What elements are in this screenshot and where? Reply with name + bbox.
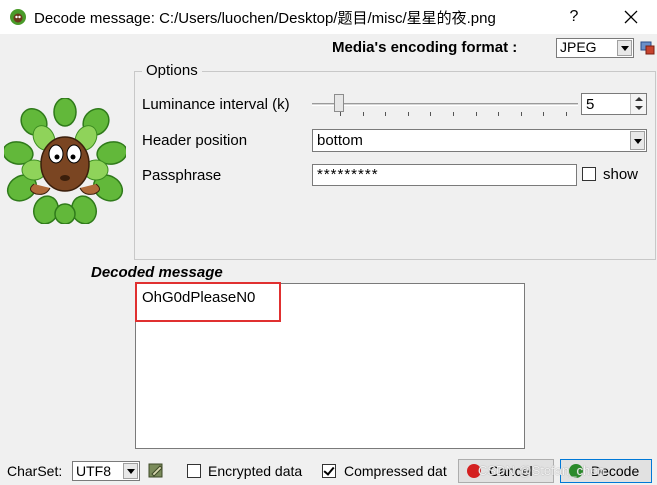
header-position-select[interactable]: bottom [312,129,647,152]
edit-charset-icon[interactable] [147,461,165,479]
chevron-up-icon[interactable] [635,97,643,101]
header-dropdown-button[interactable] [630,131,645,150]
slider-tick [340,112,341,116]
chevron-down-icon [127,469,135,474]
decoded-message-label: Decoded message [91,264,223,281]
slider-track [312,103,578,106]
luminance-value: 5 [586,96,595,113]
charset-dropdown-button[interactable] [123,463,138,479]
header-position-value: bottom [317,132,363,149]
encrypted-data-checkbox[interactable] [187,464,201,478]
compressed-data-label: Compressed dat [344,463,447,479]
slider-tick [476,112,477,116]
slider-tick [498,112,499,116]
header-position-label: Header position [142,132,248,149]
close-button[interactable] [616,4,646,30]
help-button[interactable]: ? [560,4,588,30]
chevron-down-icon[interactable] [635,106,643,110]
slider-tick [408,112,409,116]
format-info-icon[interactable] [640,40,655,55]
close-icon [624,10,638,24]
encrypted-data-label: Encrypted data [208,463,303,479]
app-icon [10,9,26,25]
slider-tick [521,112,522,116]
slider-tick [453,112,454,116]
passphrase-value: ********* [317,166,379,183]
annotation-highlight-box [135,282,281,322]
format-select[interactable]: JPEG [556,38,634,58]
slider-tick [566,112,567,116]
watermark-text: CSDN @Stefan_chen [478,463,605,478]
slider-tick [363,112,364,116]
passphrase-input[interactable]: ********* [312,164,577,186]
slider-tick [430,112,431,116]
charset-value: UTF8 [76,463,111,479]
luminance-label: Luminance interval (k) [142,96,290,113]
luminance-spinbox[interactable]: 5 [581,93,647,115]
window-title: Decode message: C:/Users/luochen/Desktop… [34,10,496,27]
charset-label: CharSet: [7,463,63,479]
slider-thumb[interactable] [334,94,344,112]
format-label: Media's encoding format : [332,39,518,56]
charset-select[interactable]: UTF8 [72,461,140,481]
show-passphrase-label: show [603,166,639,183]
slider-tick [385,112,386,116]
luminance-slider[interactable] [312,93,578,116]
chevron-down-icon [621,46,629,51]
compressed-data-checkbox[interactable] [322,464,336,478]
spin-buttons[interactable] [630,94,646,114]
passphrase-label: Passphrase [142,167,222,184]
slider-tick [543,112,544,116]
format-select-value: JPEG [560,39,597,55]
chevron-down-icon [634,139,642,144]
show-passphrase-checkbox[interactable] [582,167,596,181]
format-dropdown-button[interactable] [617,40,632,56]
mascot-image [4,98,126,224]
options-legend: Options [142,62,202,79]
